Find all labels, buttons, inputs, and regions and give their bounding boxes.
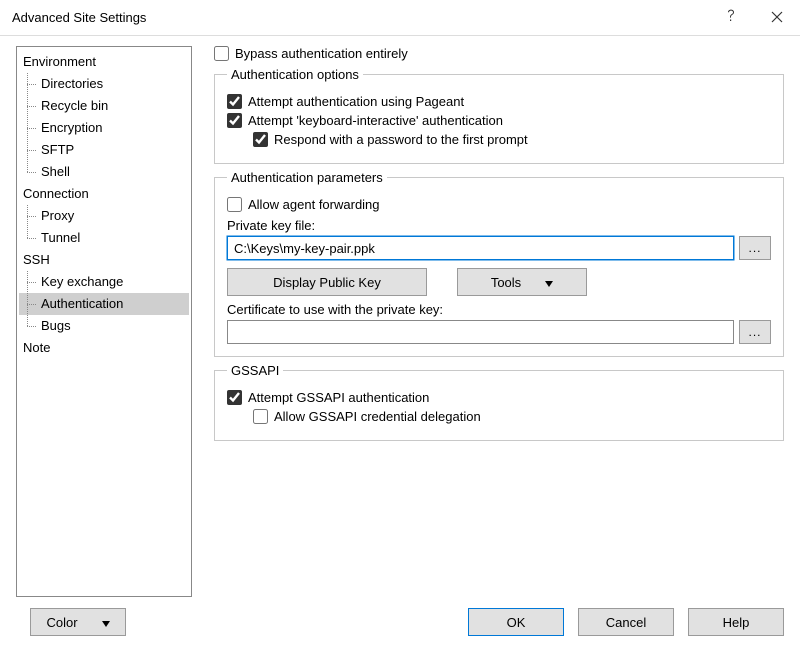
private-key-input[interactable]: [227, 236, 734, 260]
question-mark-icon: [726, 9, 736, 26]
gssapi-legend: GSSAPI: [227, 363, 283, 378]
agent-fwd-checkbox[interactable]: [227, 197, 242, 212]
tree-item-authentication[interactable]: Authentication: [19, 293, 189, 315]
ok-button[interactable]: OK: [468, 608, 564, 636]
ki-checkbox[interactable]: [227, 113, 242, 128]
chevron-down-icon: [533, 275, 553, 290]
cancel-button[interactable]: Cancel: [578, 608, 674, 636]
ok-label: OK: [507, 615, 526, 630]
bypass-auth-checkbox[interactable]: [214, 46, 229, 61]
agent-fwd-label: Allow agent forwarding: [248, 197, 380, 212]
gssapi-deleg-label: Allow GSSAPI credential delegation: [274, 409, 481, 424]
tree-item-proxy[interactable]: Proxy: [19, 205, 189, 227]
help-titlebar-button[interactable]: [708, 0, 754, 36]
ki-label: Attempt 'keyboard-interactive' authentic…: [248, 113, 503, 128]
color-label: Color: [46, 615, 77, 630]
ki-row[interactable]: Attempt 'keyboard-interactive' authentic…: [227, 113, 771, 128]
tree-item-ssh[interactable]: SSH: [19, 249, 189, 271]
color-button[interactable]: Color: [30, 608, 126, 636]
certificate-label: Certificate to use with the private key:: [227, 302, 771, 317]
gssapi-attempt-label: Attempt GSSAPI authentication: [248, 390, 429, 405]
display-public-key-button[interactable]: Display Public Key: [227, 268, 427, 296]
help-button[interactable]: Help: [688, 608, 784, 636]
ellipsis-icon: ...: [748, 325, 761, 339]
gssapi-deleg-row[interactable]: Allow GSSAPI credential delegation: [253, 409, 771, 424]
close-button[interactable]: [754, 0, 800, 36]
tools-button[interactable]: Tools: [457, 268, 587, 296]
respond-label: Respond with a password to the first pro…: [274, 132, 528, 147]
tree-item-environment[interactable]: Environment: [19, 51, 189, 73]
agent-fwd-row[interactable]: Allow agent forwarding: [227, 197, 771, 212]
tools-label: Tools: [491, 275, 521, 290]
auth-options-group: Authentication options Attempt authentic…: [214, 67, 784, 164]
certificate-input[interactable]: [227, 320, 734, 344]
titlebar: Advanced Site Settings: [0, 0, 800, 36]
tree-item-key-exchange[interactable]: Key exchange: [19, 271, 189, 293]
gssapi-attempt-checkbox[interactable]: [227, 390, 242, 405]
tree-item-shell[interactable]: Shell: [19, 161, 189, 183]
ellipsis-icon: ...: [748, 241, 761, 255]
nav-tree[interactable]: Environment Directories Recycle bin Encr…: [16, 46, 192, 597]
display-public-key-label: Display Public Key: [273, 275, 381, 290]
bypass-auth-checkbox-row[interactable]: Bypass authentication entirely: [214, 46, 784, 61]
window-title: Advanced Site Settings: [12, 10, 708, 25]
close-icon: [771, 10, 783, 26]
tree-item-note[interactable]: Note: [19, 337, 189, 359]
pageant-label: Attempt authentication using Pageant: [248, 94, 464, 109]
footer: Color OK Cancel Help: [0, 603, 800, 653]
tree-item-tunnel[interactable]: Tunnel: [19, 227, 189, 249]
content-panel: Bypass authentication entirely Authentic…: [214, 46, 784, 597]
private-key-browse-button[interactable]: ...: [739, 236, 771, 260]
tree-item-connection[interactable]: Connection: [19, 183, 189, 205]
respond-row[interactable]: Respond with a password to the first pro…: [253, 132, 771, 147]
certificate-browse-button[interactable]: ...: [739, 320, 771, 344]
pageant-checkbox[interactable]: [227, 94, 242, 109]
gssapi-group: GSSAPI Attempt GSSAPI authentication All…: [214, 363, 784, 441]
tree-item-sftp[interactable]: SFTP: [19, 139, 189, 161]
chevron-down-icon: [90, 615, 110, 630]
auth-options-legend: Authentication options: [227, 67, 363, 82]
cancel-label: Cancel: [606, 615, 646, 630]
private-key-label: Private key file:: [227, 218, 771, 233]
auth-params-legend: Authentication parameters: [227, 170, 387, 185]
gssapi-attempt-row[interactable]: Attempt GSSAPI authentication: [227, 390, 771, 405]
tree-item-directories[interactable]: Directories: [19, 73, 189, 95]
dialog-window: Advanced Site Settings Environment Direc…: [0, 0, 800, 653]
tree-item-bugs[interactable]: Bugs: [19, 315, 189, 337]
help-label: Help: [723, 615, 750, 630]
auth-params-group: Authentication parameters Allow agent fo…: [214, 170, 784, 357]
bypass-auth-label: Bypass authentication entirely: [235, 46, 408, 61]
gssapi-deleg-checkbox[interactable]: [253, 409, 268, 424]
pageant-row[interactable]: Attempt authentication using Pageant: [227, 94, 771, 109]
respond-checkbox[interactable]: [253, 132, 268, 147]
tree-item-recycle-bin[interactable]: Recycle bin: [19, 95, 189, 117]
tree-item-encryption[interactable]: Encryption: [19, 117, 189, 139]
client-area: Environment Directories Recycle bin Encr…: [0, 36, 800, 603]
